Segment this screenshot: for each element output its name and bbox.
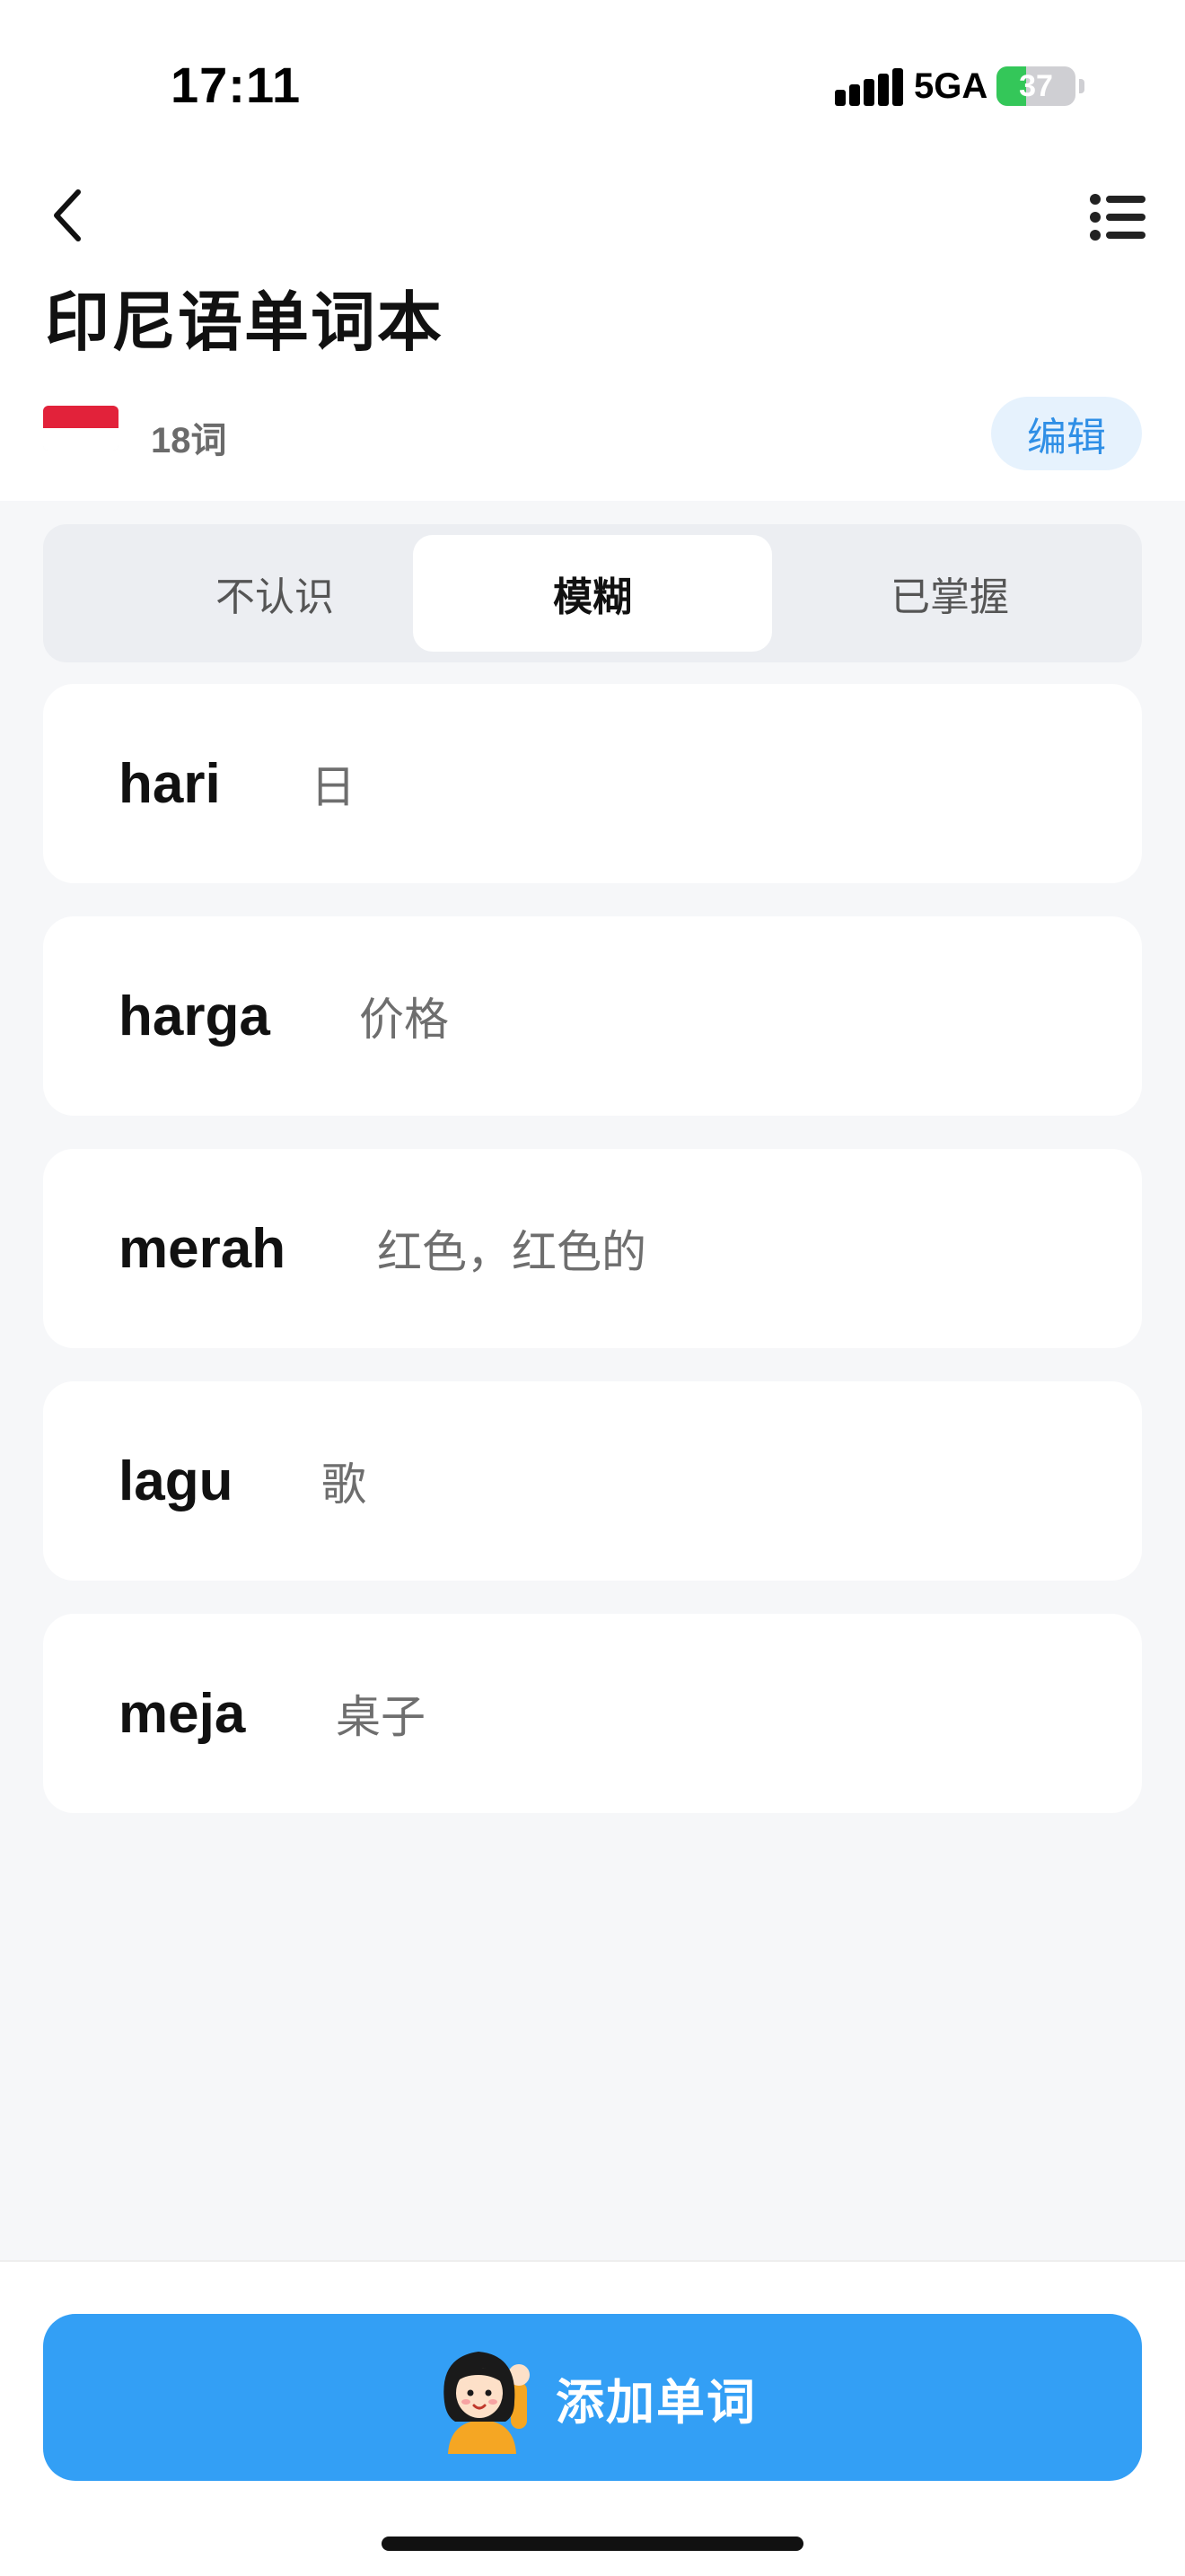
network-label: 5GA <box>914 66 988 106</box>
list-menu-icon[interactable] <box>1086 188 1149 246</box>
page-title: 印尼语单词本 <box>45 287 444 359</box>
word-count: 18词 <box>151 421 227 460</box>
word-text: hari <box>118 752 221 815</box>
word-text: lagu <box>118 1450 233 1512</box>
add-word-button[interactable]: 添加单词 <box>43 2314 1142 2481</box>
add-word-label: 添加单词 <box>556 2375 757 2430</box>
tab-mastered[interactable]: 已掌握 <box>770 535 1129 652</box>
status-time: 17:11 <box>171 57 302 113</box>
back-button[interactable] <box>36 184 99 247</box>
word-card[interactable]: merah 红色，红色的 <box>43 1149 1142 1348</box>
tab-unknown[interactable]: 不认识 <box>95 535 454 652</box>
word-meaning: 歌 <box>321 1459 366 1510</box>
edit-button[interactable]: 编辑 <box>991 397 1142 470</box>
indonesia-flag-icon <box>43 406 118 451</box>
word-text: merah <box>118 1217 286 1280</box>
word-card[interactable]: meja 桌子 <box>43 1614 1142 1813</box>
signal-icon <box>835 68 903 106</box>
word-card[interactable]: lagu 歌 <box>43 1381 1142 1581</box>
word-meaning: 价格 <box>359 994 449 1045</box>
word-meaning: 桌子 <box>336 1692 426 1742</box>
word-card[interactable]: harga 价格 <box>43 916 1142 1116</box>
word-card[interactable]: hari 日 <box>43 684 1142 883</box>
word-text: harga <box>118 985 270 1047</box>
word-meaning: 日 <box>311 762 356 812</box>
mascot-icon <box>443 2352 530 2454</box>
word-text: meja <box>118 1682 246 1745</box>
tab-fuzzy[interactable]: 模糊 <box>413 535 772 652</box>
filter-tabs: 不认识 模糊 已掌握 <box>43 524 1142 662</box>
battery-tip <box>1079 79 1084 93</box>
battery-percent: 37 <box>1019 69 1053 103</box>
word-meaning: 红色，红色的 <box>377 1227 646 1277</box>
battery-icon: 37 <box>996 66 1075 106</box>
home-indicator[interactable] <box>382 2537 803 2551</box>
back-arrow-icon <box>54 189 81 241</box>
